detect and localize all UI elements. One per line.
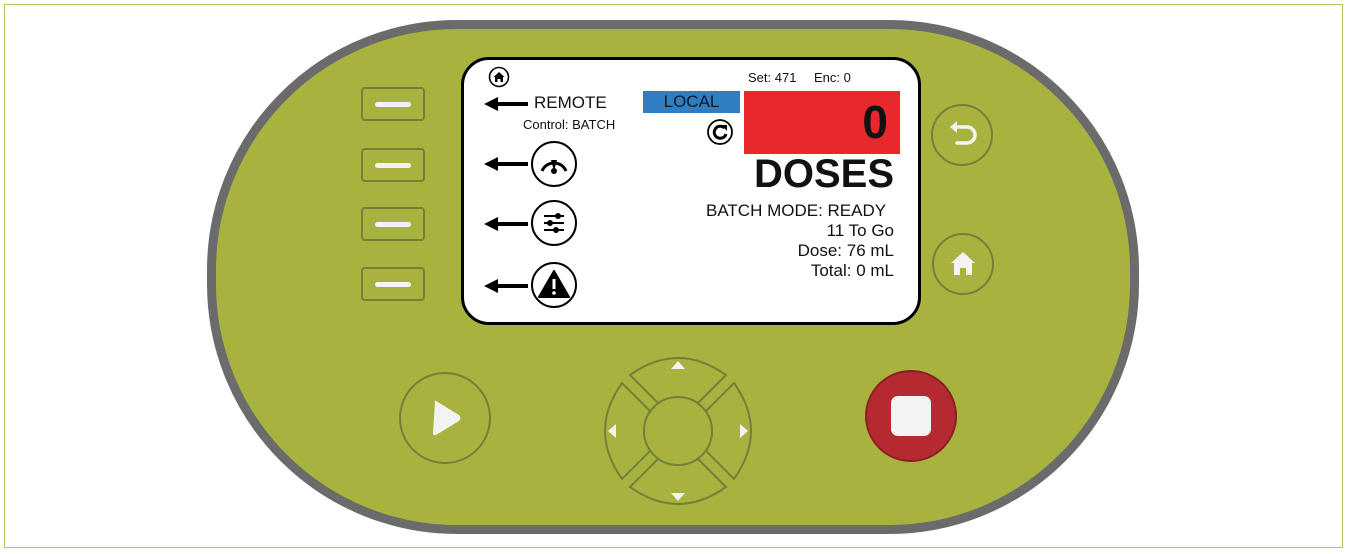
softkey-3-button[interactable] [361,207,425,241]
softkey-1-button[interactable] [361,87,425,121]
arrow-left-icon [484,157,528,171]
softkey-bar [375,222,411,227]
batch-status: BATCH MODE: READY [706,201,887,220]
warning-icon[interactable] [531,262,577,308]
local-mode-button[interactable]: LOCAL [643,91,740,113]
home-icon [951,252,975,275]
stop-button[interactable] [865,370,957,462]
control-label: Control: BATCH [523,117,616,132]
encoder-value: Enc: 0 [814,70,851,85]
gauge-icon[interactable] [531,141,577,187]
softkey-bar [375,163,411,168]
set-value: Set: 471 [748,70,797,85]
lcd-screen: Set: 471 Enc: 0 REMOTE Control: BATCH LO [461,57,921,325]
softkey-2-button[interactable] [361,148,425,182]
arrow-left-icon [484,217,528,231]
dose-counter: 0 [744,91,900,154]
arrow-left-icon [484,97,528,111]
direction-pad [604,357,752,505]
arrow-left-icon [484,279,528,293]
dose-volume: Dose: 76 mL [797,241,894,260]
mode-remote-label: REMOTE [534,93,607,112]
home-icon [488,66,510,88]
softkey-bar [375,282,411,287]
home-button[interactable] [932,233,994,295]
ok-button[interactable] [643,396,713,466]
total-volume: Total: 0 mL [810,261,894,280]
softkey-4-button[interactable] [361,267,425,301]
softkey-bar [375,102,411,107]
play-icon [433,400,461,436]
sliders-icon[interactable] [531,200,577,246]
back-button[interactable] [931,104,993,166]
start-button[interactable] [399,372,491,464]
units-label: DOSES [753,152,894,196]
stop-icon [891,396,931,436]
back-icon [950,121,977,145]
refresh-icon[interactable] [706,118,734,146]
to-go-count: 11 To Go [826,221,894,240]
